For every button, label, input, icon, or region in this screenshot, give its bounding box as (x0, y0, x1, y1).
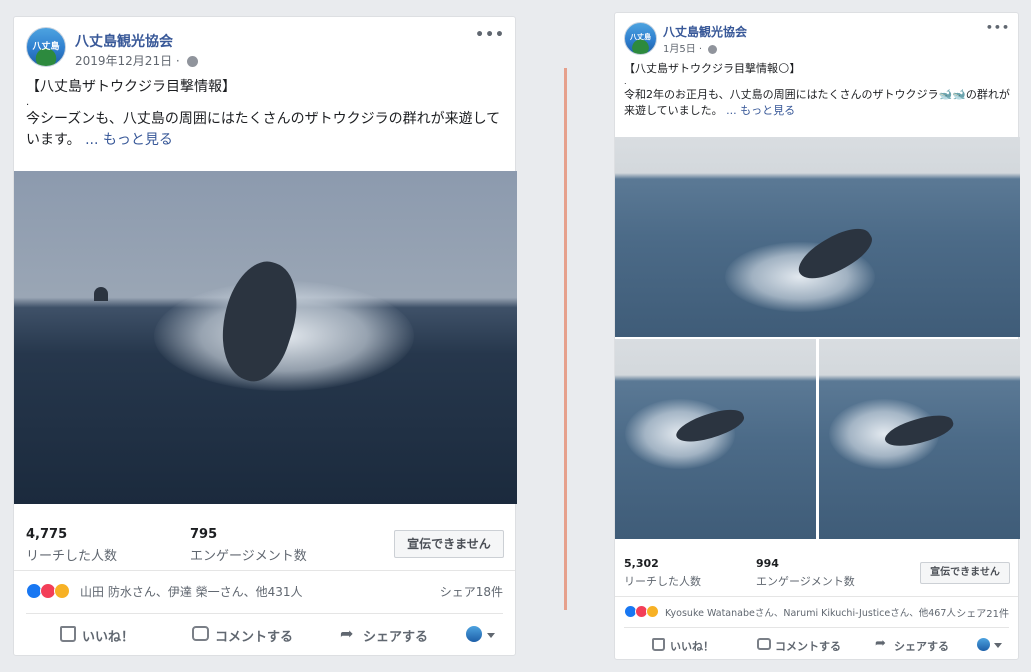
insights-bar: 4,775 リーチした人数 795 エンゲージメント数 宣伝できません (14, 505, 515, 571)
page-name-link[interactable]: 八丈島観光協会 (663, 23, 747, 40)
thumbs-up-icon[interactable] (60, 626, 76, 642)
post-date[interactable]: 2019年12月21日 · (75, 54, 184, 68)
audience-avatar[interactable] (977, 638, 990, 651)
post-card-2: 八丈島 八丈島観光協会 1月5日 · ••• 【八丈島ザトウクジラ目撃情報🌕】 … (614, 12, 1020, 660)
wow-reaction-icon[interactable] (646, 605, 659, 618)
post-dot: . (26, 97, 30, 109)
post-title: 【八丈島ザトウクジラ目撃情報】 (26, 79, 236, 95)
thumbs-up-icon[interactable] (652, 638, 665, 651)
engagement-count: 795 (190, 527, 218, 542)
more-options-icon[interactable]: ••• (986, 21, 1010, 34)
reaction-names[interactable]: Kyosuke Watanabeさん、Narumi Kikuchi-Justic… (665, 605, 956, 619)
comment-button[interactable]: コメントする (775, 638, 841, 654)
share-arrow-icon[interactable]: ➦ (875, 636, 886, 651)
post-card-1: 八丈島 八丈島観光協会 2019年12月21日 · ••• 【八丈島ザトウクジラ… (13, 16, 517, 656)
post-photo-main[interactable] (615, 137, 1020, 337)
chevron-down-icon[interactable] (487, 633, 495, 638)
post-date[interactable]: 1月5日 · (663, 44, 705, 55)
page-avatar[interactable]: 八丈島 (26, 27, 66, 67)
separator-line (564, 68, 567, 610)
post-timestamp[interactable]: 2019年12月21日 · (75, 52, 198, 69)
page-name-link[interactable]: 八丈島観光協会 (75, 31, 173, 51)
avatar-label: 八丈島 (32, 42, 60, 53)
engagement-label: エンゲージメント数 (190, 549, 307, 564)
share-count[interactable]: シェア21件 (956, 605, 1009, 620)
post-photo[interactable] (14, 171, 517, 504)
post-body: 今シーズンも、八丈島の周囲にはたくさんのザトウクジラの群れが来遊しています。 .… (26, 109, 511, 150)
share-arrow-icon[interactable]: ➦ (340, 624, 353, 643)
comment-button[interactable]: コメントする (215, 626, 293, 645)
share-button[interactable]: シェアする (894, 638, 949, 654)
comment-icon[interactable] (757, 638, 771, 650)
avatar-label: 八丈島 (630, 33, 651, 42)
like-button[interactable]: いいね！ (670, 638, 714, 654)
engagement-count: 994 (756, 557, 779, 570)
post-timestamp[interactable]: 1月5日 · (663, 40, 718, 55)
wow-reaction-icon[interactable] (54, 583, 70, 599)
share-count[interactable]: シェア18件 (440, 583, 503, 600)
audience-avatar[interactable] (466, 626, 482, 642)
boost-unavailable-button[interactable]: 宣伝できません (920, 562, 1010, 584)
reach-label: リーチした人数 (26, 549, 118, 564)
action-bar: いいね！ コメントする ➦ シェアする (624, 627, 1009, 659)
share-button[interactable]: シェアする (363, 626, 428, 645)
insights-bar: 5,302 リーチした人数 994 エンゲージメント数 宣伝できません (615, 541, 1018, 597)
post-text: 【八丈島ザトウクジラ目撃情報】 . 今シーズンも、八丈島の周囲にはたくさんのザト… (26, 77, 511, 150)
chevron-down-icon[interactable] (994, 643, 1002, 648)
see-more-link[interactable]: ... もっと見る (85, 132, 173, 148)
whale-silhouette (94, 287, 108, 301)
more-options-icon[interactable]: ••• (475, 27, 505, 43)
comment-icon[interactable] (192, 626, 209, 641)
reactions-row: 山田 防水さん、伊達 榮一さん、他431人 シェア18件 (14, 573, 515, 609)
like-button[interactable]: いいね！ (82, 626, 134, 645)
post-title: 【八丈島ザトウクジラ目撃情報🌕】 (624, 62, 801, 75)
post-photo-bottom-right[interactable] (819, 339, 1020, 539)
post-photo-bottom-left[interactable] (615, 339, 816, 539)
post-text: 【八丈島ザトウクジラ目撃情報🌕】 . 令和2年のお正月も、八丈島の周囲にはたくさ… (624, 61, 1014, 119)
globe-icon[interactable] (708, 44, 718, 54)
engagement-label: エンゲージメント数 (756, 575, 855, 588)
reach-count: 4,775 (26, 527, 68, 542)
boost-unavailable-button[interactable]: 宣伝できません (394, 530, 504, 558)
globe-icon[interactable] (186, 56, 198, 67)
action-bar: いいね！ コメントする ➦ シェアする (26, 613, 503, 653)
reaction-names[interactable]: 山田 防水さん、伊達 榮一さん、他431人 (80, 583, 303, 600)
post-body-text: 令和2年のお正月も、八丈島の周囲にはたくさんのザトウクジラ🐋🐋の群れが来遊してい… (624, 88, 1010, 118)
reach-count: 5,302 (624, 557, 659, 570)
page-avatar[interactable]: 八丈島 (624, 22, 657, 55)
reactions-row: Kyosuke Watanabeさん、Narumi Kikuchi-Justic… (615, 599, 1018, 627)
post-dot: . (624, 76, 627, 86)
reach-label: リーチした人数 (624, 575, 701, 588)
post-body: 令和2年のお正月も、八丈島の周囲にはたくさんのザトウクジラ🐋🐋の群れが来遊してい… (624, 87, 1014, 119)
see-more-link[interactable]: ... もっと見る (726, 104, 795, 117)
